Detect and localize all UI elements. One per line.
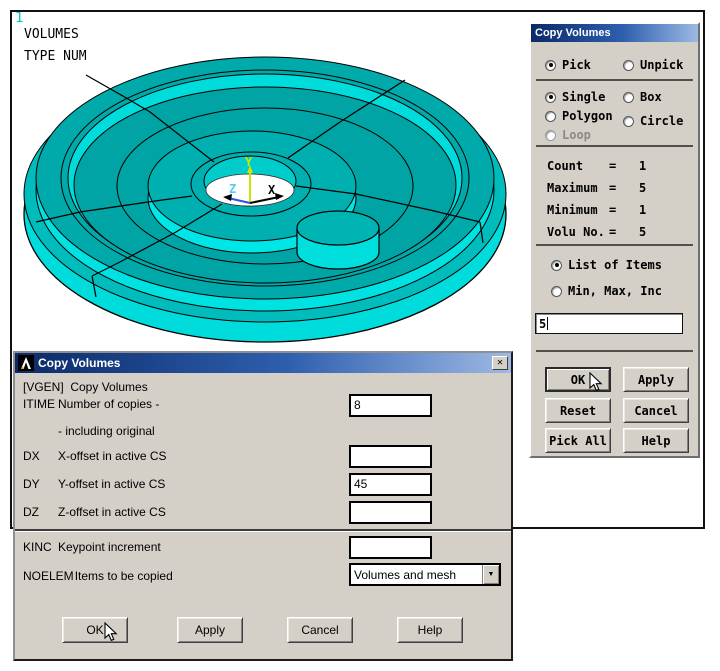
loop-radio-row: Loop — [545, 128, 591, 142]
pick-radio[interactable] — [545, 59, 556, 71]
pick-dialog: Copy Volumes Pick Unpick Single Box Poly… — [529, 22, 700, 458]
copy-ok-button[interactable]: OK — [62, 617, 128, 643]
noelem-dropdown[interactable]: Volumes and mesh ▼ — [349, 563, 501, 586]
pick-help-button[interactable]: Help — [623, 428, 689, 453]
triad-z-label: Z — [229, 182, 236, 196]
list-of-items-label: List of Items — [568, 258, 662, 272]
separator — [536, 350, 693, 352]
triad-y-label: Y — [245, 155, 253, 169]
unpick-radio-row[interactable]: Unpick — [623, 58, 683, 72]
pick-dialog-titlebar[interactable]: Copy Volumes — [531, 24, 698, 42]
circle-radio-label: Circle — [640, 114, 684, 128]
polygon-radio-label: Polygon — [562, 109, 613, 123]
copy-cancel-button[interactable]: Cancel — [287, 617, 353, 643]
pick-radio-label: Pick — [562, 58, 591, 72]
separator — [536, 244, 693, 246]
command-label: [VGEN] Copy Volumes — [23, 380, 148, 394]
mouse-cursor — [104, 622, 118, 642]
close-icon[interactable]: ✕ — [492, 356, 508, 370]
itime-note: - including original — [58, 424, 155, 438]
dz-label: DZ Z-offset in active CS — [23, 505, 166, 519]
polygon-radio[interactable] — [545, 110, 556, 122]
stat-minimum: Minimum = 1 — [547, 203, 647, 217]
single-radio-label: Single — [562, 90, 606, 104]
single-radio[interactable] — [545, 91, 556, 103]
min-max-inc-radio[interactable] — [551, 285, 562, 297]
min-max-inc-label: Min, Max, Inc — [568, 284, 662, 298]
polygon-radio-row[interactable]: Polygon — [545, 109, 613, 123]
copy-dialog-title: Copy Volumes — [38, 356, 121, 370]
dz-input[interactable] — [349, 501, 432, 524]
separator — [15, 529, 511, 532]
unpick-radio[interactable] — [623, 59, 634, 71]
ansys-logo-icon — [18, 355, 34, 371]
stat-maximum: Maximum = 5 — [547, 181, 647, 195]
kinc-input[interactable] — [349, 536, 432, 559]
noelem-label: NOELEM Items to be copied — [23, 569, 173, 583]
circle-radio-row[interactable]: Circle — [623, 114, 683, 128]
mouse-cursor — [589, 372, 603, 392]
box-radio[interactable] — [623, 91, 634, 103]
chevron-down-icon[interactable]: ▼ — [482, 565, 499, 584]
kinc-label: KINC Keypoint increment — [23, 540, 161, 554]
box-radio-label: Box — [640, 90, 662, 104]
pick-all-button[interactable]: Pick All — [545, 428, 611, 453]
pick-cancel-button[interactable]: Cancel — [623, 398, 689, 423]
dy-input[interactable]: 45 — [349, 473, 432, 496]
list-of-items-radio[interactable] — [551, 259, 562, 271]
unpick-radio-label: Unpick — [640, 58, 684, 72]
stat-volu-no: Volu No. = 5 — [547, 225, 647, 239]
loop-radio-label: Loop — [562, 128, 591, 142]
copy-dialog-titlebar[interactable]: Copy Volumes ✕ — [15, 353, 511, 373]
boss-cylinder — [296, 210, 380, 270]
stat-count: Count = 1 — [547, 159, 647, 173]
pick-dialog-title: Copy Volumes — [535, 27, 611, 39]
copy-apply-button[interactable]: Apply — [177, 617, 243, 643]
dx-label: DX X-offset in active CS — [23, 449, 167, 463]
separator — [536, 145, 693, 147]
itime-label: ITIME Number of copies - — [23, 397, 160, 411]
min-max-inc-radio-row[interactable]: Min, Max, Inc — [551, 284, 662, 298]
dy-label: DY Y-offset in active CS — [23, 477, 166, 491]
pick-radio-row[interactable]: Pick — [545, 58, 591, 72]
box-radio-row[interactable]: Box — [623, 90, 662, 104]
copy-help-button[interactable]: Help — [397, 617, 463, 643]
dx-input[interactable] — [349, 445, 432, 468]
text-caret — [547, 317, 549, 330]
triad-x-label: X — [268, 183, 276, 197]
single-radio-row[interactable]: Single — [545, 90, 605, 104]
separator — [536, 79, 693, 81]
itime-input[interactable]: 8 — [349, 394, 432, 417]
pick-reset-button[interactable]: Reset — [545, 398, 611, 423]
loop-radio — [545, 129, 556, 141]
copy-volumes-dialog: Copy Volumes ✕ [VGEN] Copy Volumes ITIME… — [13, 351, 513, 661]
pick-apply-button[interactable]: Apply — [623, 367, 689, 392]
circle-radio[interactable] — [623, 115, 634, 127]
pick-list-input[interactable]: 5 — [535, 313, 683, 334]
list-of-items-radio-row[interactable]: List of Items — [551, 258, 662, 272]
